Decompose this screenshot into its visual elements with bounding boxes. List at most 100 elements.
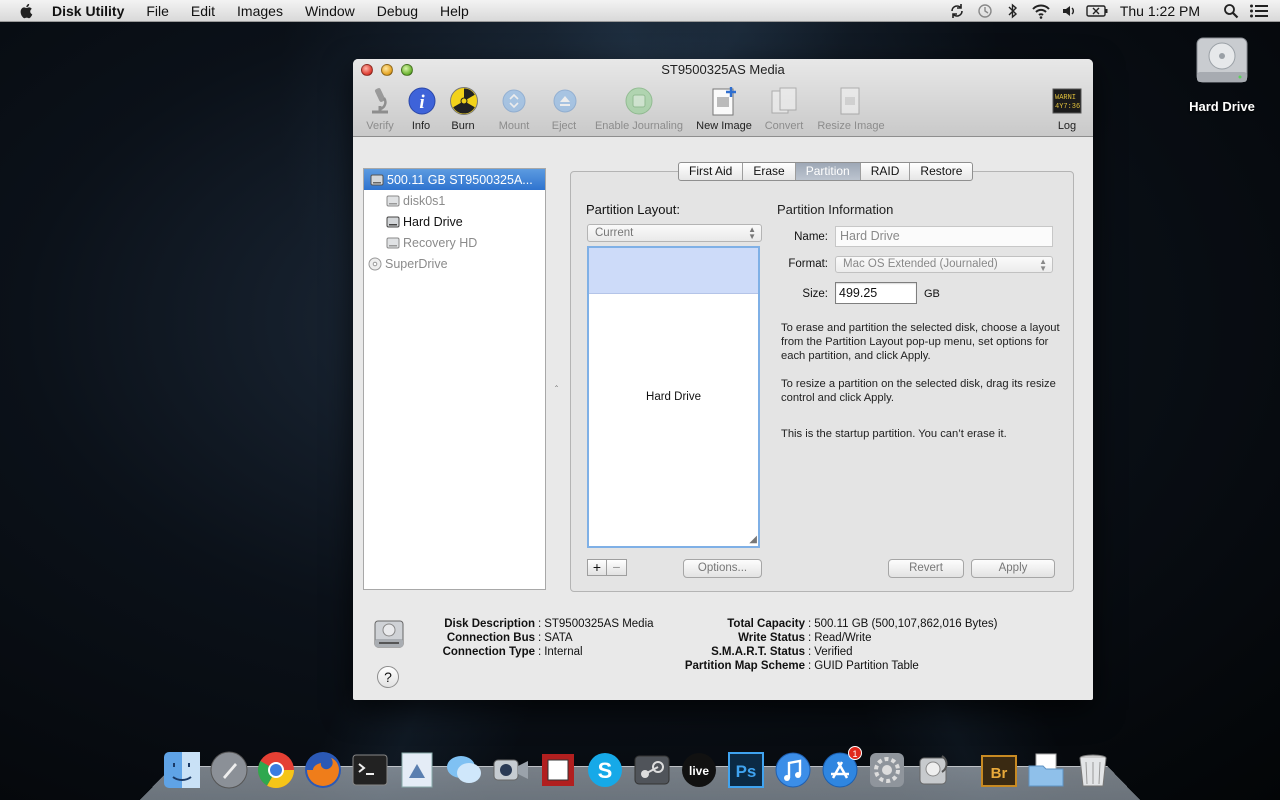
menu-file[interactable]: File	[146, 3, 169, 19]
dock-chrome[interactable]	[254, 748, 298, 792]
dock-itunes[interactable]	[771, 748, 815, 792]
volume-icon[interactable]	[1058, 3, 1080, 19]
dock-documents-stack[interactable]	[1024, 748, 1068, 792]
dock-photo-booth[interactable]	[536, 748, 580, 792]
trash-icon	[1079, 754, 1107, 787]
partition-help-text-1: To erase and partition the selected disk…	[781, 322, 1060, 362]
finder-icon	[164, 752, 200, 788]
bluetooth-icon[interactable]	[1002, 3, 1024, 19]
menu-debug[interactable]: Debug	[377, 3, 418, 19]
live-icon: live	[682, 753, 716, 787]
dock-finder[interactable]	[160, 748, 204, 792]
tab-raid[interactable]: RAID	[861, 163, 911, 180]
burn-button[interactable]: Burn	[448, 85, 478, 132]
dock-mail[interactable]	[395, 748, 439, 792]
journaling-icon	[625, 87, 653, 115]
sync-icon[interactable]	[946, 3, 968, 19]
format-popup[interactable]: Mac OS Extended (Journaled) ▲ ▼	[835, 256, 1053, 273]
convert-icon	[771, 87, 797, 114]
resize-handle-icon[interactable]: ◢	[749, 534, 757, 545]
remove-partition-button[interactable]: −	[607, 559, 627, 576]
dock-trash[interactable]	[1071, 748, 1115, 792]
dock-messages[interactable]	[442, 748, 486, 792]
folder-icon	[1028, 753, 1064, 787]
apply-button[interactable]: Apply	[971, 559, 1055, 578]
desktop-icon-label: Hard Drive	[1189, 99, 1255, 114]
dock-ableton-live[interactable]: live	[677, 748, 721, 792]
dock-disk-utility[interactable]	[912, 748, 956, 792]
tab-erase[interactable]: Erase	[743, 163, 796, 180]
dock-photoshop[interactable]: Ps	[724, 748, 768, 792]
add-partition-button[interactable]: +	[587, 559, 607, 576]
resize-image-button[interactable]: Resize Image	[815, 85, 887, 132]
tab-first-aid[interactable]: First Aid	[679, 163, 744, 180]
dock-system-preferences[interactable]	[865, 748, 909, 792]
desktop-hard-drive[interactable]: Hard Drive	[1178, 32, 1266, 114]
menu-help[interactable]: Help	[440, 3, 469, 19]
toolbar: Verify i Info Burn Mount Eject Enable Jo…	[353, 85, 1093, 135]
dock-bridge[interactable]: Br	[977, 748, 1021, 792]
facetime-camera-icon	[493, 759, 528, 781]
sidebar-item-recovery-hd[interactable]: Recovery HD	[364, 232, 545, 253]
menu-edit[interactable]: Edit	[191, 3, 215, 19]
menu-window[interactable]: Window	[305, 3, 355, 19]
total-capacity-row: Total Capacity:500.11 GB (500,107,862,01…	[727, 618, 998, 630]
sidebar-item-hard-drive[interactable]: Hard Drive	[364, 211, 545, 232]
connection-type-row: Connection Type: Internal	[442, 646, 583, 658]
partition-name-field[interactable]: Hard Drive	[835, 226, 1053, 247]
menu-app-name[interactable]: Disk Utility	[52, 3, 124, 19]
new-image-button[interactable]: New Image	[695, 85, 753, 132]
sidebar-item-disk0s1[interactable]: disk0s1	[364, 190, 545, 211]
disk-list-sidebar: 500.11 GB ST9500325A... disk0s1 Hard Dri…	[363, 168, 546, 590]
svg-text:Ps: Ps	[736, 762, 757, 781]
convert-button[interactable]: Convert	[762, 85, 806, 132]
dock-skype[interactable]: S	[583, 748, 627, 792]
battery-icon[interactable]	[1086, 3, 1108, 19]
terminal-icon	[352, 754, 388, 786]
revert-button[interactable]: Revert	[888, 559, 964, 578]
steam-icon	[634, 755, 670, 785]
tab-restore[interactable]: Restore	[910, 163, 972, 180]
partition-size-field[interactable]: 499.25	[835, 282, 917, 304]
dock-launchpad[interactable]	[207, 748, 251, 792]
dock-app-store[interactable]: 1	[818, 746, 862, 792]
sidebar-item-superdrive[interactable]: SuperDrive	[364, 253, 545, 274]
dock-facetime[interactable]	[489, 748, 533, 792]
wifi-icon[interactable]	[1030, 3, 1052, 19]
enable-journaling-button[interactable]: Enable Journaling	[592, 85, 686, 132]
spotlight-icon[interactable]	[1220, 3, 1242, 19]
console-log-icon: WARNI4Y7:36	[1052, 88, 1082, 114]
partition-layout-popup[interactable]: Current ▲ ▼	[587, 224, 762, 242]
sidebar-item-disk[interactable]: 500.11 GB ST9500325A...	[364, 169, 545, 190]
split-view-handle[interactable]: ‸	[555, 377, 558, 388]
menu-bar: Disk Utility File Edit Images Window Deb…	[0, 0, 1280, 22]
time-machine-icon[interactable]	[974, 3, 996, 19]
hard-disk-icon	[370, 174, 384, 185]
partition-selection[interactable]	[589, 248, 758, 294]
format-label: Format:	[788, 258, 828, 270]
optical-disc-icon	[368, 257, 382, 270]
menu-clock[interactable]: Thu 1:22 PM	[1120, 3, 1200, 19]
info-icon: i	[408, 87, 436, 115]
partition-map[interactable]: Hard Drive ◢	[587, 246, 760, 548]
mount-button[interactable]: Mount	[496, 85, 532, 132]
window-titlebar[interactable]: ST9500325AS Media Verify i Info Burn Mou…	[353, 59, 1093, 137]
log-button[interactable]: WARNI 4Y7:36 Log	[1051, 85, 1083, 132]
gear-icon	[870, 753, 904, 787]
dock-steam[interactable]	[630, 748, 674, 792]
new-image-icon	[712, 87, 736, 116]
eject-button[interactable]: Eject	[549, 85, 579, 132]
apple-menu-icon[interactable]	[18, 2, 36, 20]
info-button[interactable]: i Info	[406, 85, 436, 132]
dock-terminal[interactable]	[348, 748, 392, 792]
svg-text:4Y7:36: 4Y7:36	[1055, 103, 1080, 111]
help-button[interactable]: ?	[377, 666, 399, 688]
verify-button[interactable]: Verify	[362, 85, 398, 132]
notification-center-icon[interactable]	[1248, 3, 1270, 19]
tab-partition[interactable]: Partition	[795, 163, 861, 180]
smart-status-row: S.M.A.R.T. Status: Verified	[711, 646, 853, 658]
menu-images[interactable]: Images	[237, 3, 283, 19]
options-button[interactable]: Options...	[683, 559, 762, 578]
window-title: ST9500325AS Media	[661, 62, 785, 77]
dock-firefox[interactable]	[301, 748, 345, 792]
